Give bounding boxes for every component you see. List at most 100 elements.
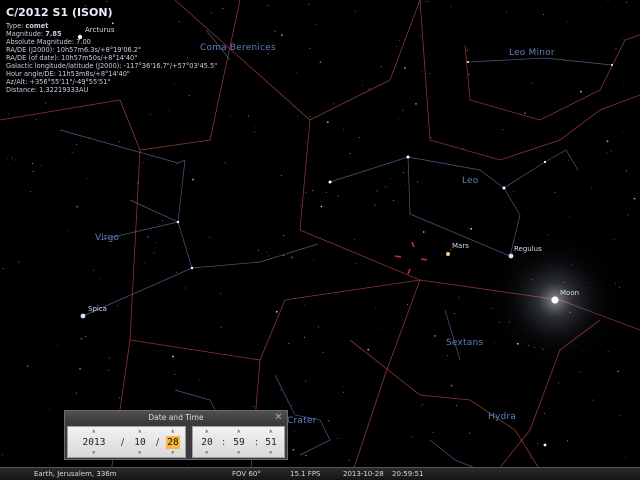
faint-star [506, 10, 508, 12]
faint-star [607, 351, 609, 353]
minute-up-arrow-icon[interactable]: ▲ [237, 429, 240, 434]
status-fps: 15.1 FPS [290, 470, 321, 478]
hour-down-arrow-icon[interactable]: ▼ [205, 451, 208, 456]
label-virgo: Virgo [95, 233, 120, 243]
status-date: 2013-10-28 [343, 470, 384, 478]
status-location[interactable]: Earth, Jerusalem, 336m [34, 468, 117, 480]
month-spinbox[interactable]: 10 [132, 436, 148, 449]
faint-star [621, 132, 623, 134]
faint-star [607, 0, 609, 2]
faint-star [617, 370, 620, 373]
info-line-distance: Distance: 1.32219333AU [6, 86, 89, 94]
faint-star [161, 220, 163, 221]
faint-star [592, 399, 594, 401]
month-up-arrow-icon[interactable]: ▲ [138, 429, 141, 434]
faint-star [619, 415, 621, 416]
hour-spinbox[interactable]: 20 [199, 436, 215, 449]
month-down-arrow-icon[interactable]: ▼ [138, 451, 141, 456]
faint-star [283, 255, 285, 256]
faint-star [376, 190, 378, 192]
mars-planet [446, 252, 450, 256]
faint-star [422, 231, 425, 233]
faint-star [32, 163, 34, 165]
faint-star [168, 109, 170, 111]
selection-marker-icon [394, 241, 428, 275]
faint-star [568, 159, 569, 161]
star [190, 266, 194, 270]
faint-star [402, 109, 404, 111]
day-down-arrow-icon[interactable]: ▼ [171, 451, 174, 456]
object-title: C/2012 S1 (ISON) [6, 6, 113, 19]
year-up-arrow-icon[interactable]: ▲ [92, 429, 95, 434]
faint-star [257, 249, 259, 251]
day-up-arrow-icon[interactable]: ▲ [171, 429, 174, 434]
faint-star [420, 405, 422, 407]
year-down-arrow-icon[interactable]: ▼ [92, 451, 95, 456]
faint-star [176, 163, 178, 165]
faint-star [405, 183, 406, 185]
faint-star [188, 463, 189, 465]
second-down-arrow-icon[interactable]: ▼ [269, 451, 272, 456]
faint-star [48, 409, 50, 411]
faint-star [118, 397, 120, 399]
faint-star [57, 344, 59, 346]
date-field[interactable]: ▲ ▼ 2013 / ▲ ▼ 10 / ▲ ▼ 28 [67, 426, 186, 458]
faint-star [432, 431, 434, 433]
star [502, 186, 506, 190]
faint-star [563, 59, 565, 61]
faint-star [543, 412, 545, 414]
faint-star [254, 125, 256, 127]
faint-star [273, 325, 275, 327]
year-spinbox[interactable]: 2013 [81, 436, 107, 449]
faint-star [450, 384, 453, 387]
faint-star [301, 248, 303, 250]
faint-star [153, 252, 155, 254]
faint-star [626, 1, 628, 3]
faint-star [26, 365, 29, 367]
faint-star [258, 103, 260, 105]
faint-star [297, 116, 298, 118]
faint-star [579, 371, 581, 373]
date-time-dialog[interactable]: Date and Time ✕ ▲ ▼ 2013 / ▲ ▼ 10 / ▲ ▼ … [64, 410, 288, 460]
faint-star [349, 153, 351, 155]
star [611, 64, 613, 66]
moon [551, 296, 559, 304]
faint-star [367, 348, 370, 351]
faint-star [420, 35, 422, 37]
faint-star [266, 251, 268, 253]
faint-star [86, 177, 88, 179]
faint-star [1, 454, 3, 456]
faint-star [106, 0, 108, 2]
second-up-arrow-icon[interactable]: ▲ [269, 429, 272, 434]
faint-star [2, 268, 4, 269]
close-icon[interactable]: ✕ [273, 411, 284, 424]
faint-star [79, 367, 81, 370]
faint-star [468, 228, 470, 230]
faint-star [142, 162, 144, 164]
faint-star [502, 129, 504, 131]
constellation-line [503, 149, 579, 189]
second-spinbox[interactable]: 51 [263, 436, 279, 449]
faint-star [220, 326, 222, 328]
minute-spinbox[interactable]: 59 [231, 436, 247, 449]
time-field[interactable]: ▲ ▼ 20 : ▲ ▼ 59 : ▲ ▼ 51 [192, 426, 285, 458]
label-moon: Moon [560, 289, 580, 297]
hour-up-arrow-icon[interactable]: ▲ [205, 429, 208, 434]
faint-star [633, 197, 636, 200]
star [406, 155, 410, 159]
faint-star [147, 236, 149, 238]
faint-star [137, 182, 139, 184]
faint-star [299, 204, 301, 206]
faint-star [396, 45, 397, 47]
dialog-title: Date and Time [65, 411, 287, 424]
faint-star [326, 121, 329, 123]
day-spinbox[interactable]: 28 [166, 436, 180, 449]
faint-star [524, 112, 526, 115]
faint-star [467, 50, 469, 51]
faint-star [355, 263, 357, 265]
faint-star [397, 117, 399, 119]
faint-star [610, 150, 612, 152]
faint-star [154, 242, 156, 244]
faint-star [144, 262, 146, 264]
minute-down-arrow-icon[interactable]: ▼ [237, 451, 240, 456]
